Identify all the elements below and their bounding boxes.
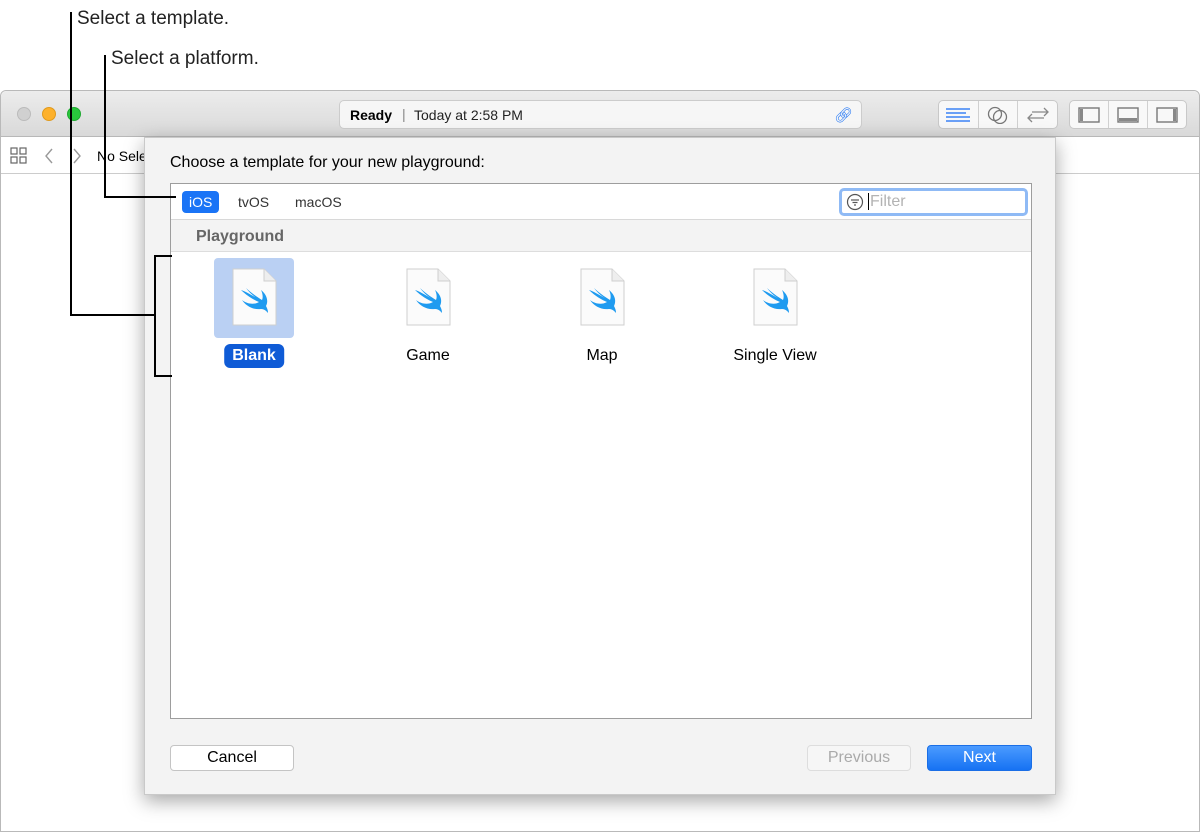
minimize-button[interactable]: [42, 107, 56, 121]
template-icon-frame: [735, 258, 815, 338]
template-icon-frame: [214, 258, 294, 338]
forward-icon[interactable]: [71, 147, 83, 170]
debug-area-toggle-icon[interactable]: [1109, 101, 1148, 128]
sheet-title: Choose a template for your new playgroun…: [170, 154, 485, 171]
swift-file-icon: [580, 268, 625, 326]
assistant-editor-icon[interactable]: [979, 101, 1019, 128]
title-bar: Ready | Today at 2:58 PM 🔗︎: [1, 91, 1199, 137]
editor-mode-control: [938, 100, 1058, 129]
filter-icon: [846, 193, 864, 218]
swift-file-icon: [753, 268, 798, 326]
related-items-icon[interactable]: [10, 147, 28, 170]
view-toggle-control: [1069, 100, 1187, 129]
template-label: Blank: [224, 344, 284, 368]
section-header: Playground: [171, 220, 1031, 252]
template-label: Game: [406, 347, 450, 364]
template-item[interactable]: Map: [562, 258, 642, 373]
template-chooser: iOS tvOS macOS Filter Playground Blank Ga…: [170, 183, 1032, 719]
previous-button[interactable]: Previous: [807, 745, 911, 771]
status-text: Ready: [350, 107, 393, 123]
template-item[interactable]: Blank: [214, 258, 294, 373]
tab-macos[interactable]: macOS: [288, 191, 349, 213]
template-label: Single View: [733, 347, 817, 364]
filter-placeholder: Filter: [868, 193, 906, 210]
template-sheet: Choose a template for your new playgroun…: [144, 137, 1056, 795]
template-item[interactable]: Single View: [733, 258, 817, 373]
status-time: Today at 2:58 PM: [414, 107, 523, 123]
next-button[interactable]: Next: [927, 745, 1032, 771]
swift-file-icon: [406, 268, 451, 326]
back-icon[interactable]: [43, 147, 55, 170]
standard-editor-icon[interactable]: [939, 101, 979, 128]
inspector-toggle-icon[interactable]: [1148, 101, 1186, 128]
callout-select-platform: Select a platform.: [111, 48, 259, 69]
filter-input[interactable]: Filter: [839, 188, 1028, 216]
swift-file-icon: [232, 268, 277, 326]
activity-view: Ready | Today at 2:58 PM 🔗︎: [339, 100, 862, 129]
close-button[interactable]: [17, 107, 31, 121]
template-icon-frame: [388, 258, 468, 338]
callout-select-template: Select a template.: [77, 8, 230, 29]
version-editor-icon[interactable]: [1018, 101, 1057, 128]
tab-tvos[interactable]: tvOS: [231, 191, 276, 213]
tab-ios[interactable]: iOS: [182, 191, 220, 213]
template-item[interactable]: Game: [388, 258, 468, 373]
template-icon-frame: [562, 258, 642, 338]
cancel-button[interactable]: Cancel: [170, 745, 294, 771]
link-icon[interactable]: 🔗︎: [834, 106, 853, 124]
navigator-toggle-icon[interactable]: [1070, 101, 1109, 128]
template-label: Map: [586, 347, 618, 364]
platform-tabs: iOS tvOS macOS Filter: [171, 184, 1031, 220]
